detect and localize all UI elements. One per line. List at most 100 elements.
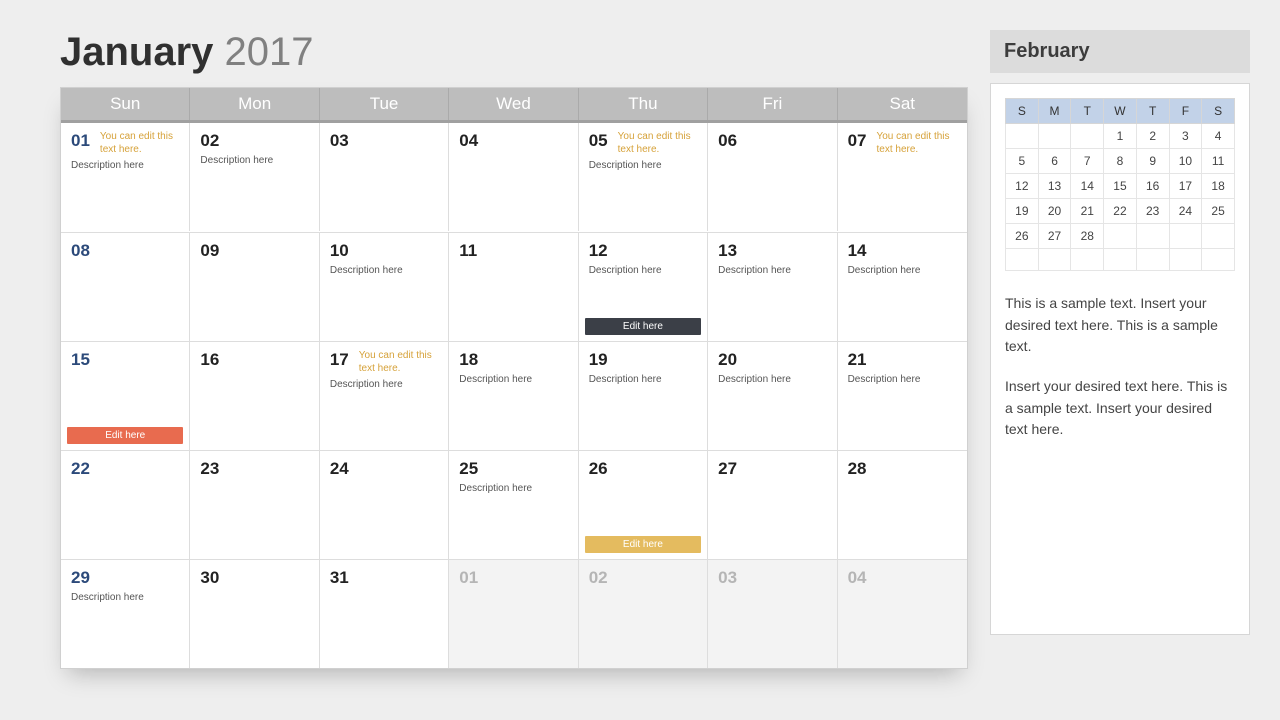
calendar-day[interactable]: 29 Description here [61,560,190,668]
mini-day: 20 [1038,199,1071,224]
calendar-day[interactable]: 13Description here [708,233,837,341]
day-number: 04 [459,131,478,151]
day-number: 26 [589,459,608,479]
calendar-day[interactable]: 05You can edit this text here.Descriptio… [579,123,708,231]
side-text[interactable]: This is a sample text. Insert your desir… [1005,293,1235,441]
day-number: 19 [589,350,608,370]
side-paragraph: Insert your desired text here. This is a… [1005,376,1235,441]
calendar-day[interactable]: 12 Description here Edit here [579,233,708,341]
day-description[interactable]: Description here [589,374,697,385]
calendar-day[interactable]: 22 [61,451,190,559]
calendar-week: 01You can edit this text here.Descriptio… [61,123,967,232]
mini-day: 7 [1071,149,1104,174]
calendar-day[interactable]: 03 [320,123,449,231]
calendar-day[interactable]: 17You can edit this text here.Descriptio… [320,342,449,450]
day-description[interactable]: Description here [459,374,567,385]
calendar-day[interactable]: 15Edit here [61,342,190,450]
calendar-day[interactable]: 09 [190,233,319,341]
calendar-day[interactable]: 03 [708,560,837,668]
mini-day: 11 [1202,149,1235,174]
calendar-day[interactable]: 28 [838,451,967,559]
day-description[interactable]: Description here [589,160,697,171]
calendar-day[interactable]: 08 [61,233,190,341]
day-number: 02 [589,568,608,588]
mini-day [1038,124,1071,149]
day-number: 08 [71,241,90,261]
calendar-day[interactable]: 27 [708,451,837,559]
day-number: 31 [330,568,349,588]
day-description[interactable]: Description here [848,265,957,276]
mini-day [1169,249,1202,271]
calendar-day[interactable]: 25Description here [449,451,578,559]
calendar-day[interactable]: 21Description here [838,342,967,450]
calendar-day[interactable]: 23 [190,451,319,559]
day-hint[interactable]: You can edit this text here. [100,131,180,156]
calendar-day[interactable]: 02 [579,560,708,668]
day-tag[interactable]: Edit here [67,427,183,444]
mini-day: 18 [1202,174,1235,199]
mini-day: 12 [1006,174,1039,199]
mini-dow: T [1071,99,1104,124]
day-description[interactable]: Description here [71,160,179,171]
main-calendar: SunMonTueWedThuFriSat 01You can edit thi… [60,87,968,669]
dow-label: Tue [320,88,449,120]
mini-dow: W [1104,99,1137,124]
calendar-day[interactable]: 16 [190,342,319,450]
day-number: 11 [459,241,477,261]
mini-day: 4 [1202,124,1235,149]
day-number: 18 [459,350,478,370]
day-description[interactable]: Description here [848,374,957,385]
mini-day [1006,249,1039,271]
mini-day [1136,249,1169,271]
calendar-day[interactable]: 20Description here [708,342,837,450]
calendar-day[interactable]: 06 [708,123,837,231]
calendar-day[interactable]: 07You can edit this text here. [838,123,967,231]
calendar-day[interactable]: 01You can edit this text here.Descriptio… [61,123,190,231]
day-tag[interactable]: Edit here [585,536,701,553]
day-number: 16 [200,350,219,370]
calendar-day[interactable]: 01 [449,560,578,668]
day-hint[interactable]: You can edit this text here. [876,131,957,156]
day-description[interactable]: Description here [330,265,438,276]
calendar-day[interactable]: 18 Description here [449,342,578,450]
day-description[interactable]: Description here [330,379,438,390]
side-panel: SMTWTFS123456789101112131415161718192021… [990,83,1250,635]
calendar-day[interactable]: 24 [320,451,449,559]
day-number: 04 [848,568,867,588]
day-description[interactable]: Description here [459,483,567,494]
mini-day [1169,224,1202,249]
mini-day: 28 [1071,224,1104,249]
dow-label: Thu [579,88,708,120]
side-month-title: February [990,30,1250,73]
day-description[interactable]: Description here [718,374,826,385]
mini-day: 14 [1071,174,1104,199]
mini-dow: S [1202,99,1235,124]
calendar-week: 22232425Description here 26 Edit here 2728 [61,450,967,559]
calendar-day[interactable]: 30 [190,560,319,668]
day-number: 03 [330,131,349,151]
day-description[interactable]: Description here [589,265,697,276]
day-description[interactable]: Description here [718,265,826,276]
day-number: 03 [718,568,737,588]
calendar-day[interactable]: 04 [838,560,967,668]
calendar-day[interactable]: 10Description here [320,233,449,341]
day-description[interactable]: Description here [71,592,179,603]
calendar-day[interactable]: 26 Edit here [579,451,708,559]
day-number: 30 [200,568,219,588]
calendar-day[interactable]: 14Description here [838,233,967,341]
day-hint[interactable]: You can edit this text here. [618,131,698,156]
mini-dow: S [1006,99,1039,124]
calendar-day[interactable]: 11 [449,233,578,341]
day-description[interactable]: Description here [200,155,308,166]
calendar-day[interactable]: 31 [320,560,449,668]
calendar-day[interactable]: 19 Description here [579,342,708,450]
calendar-day[interactable]: 04 [449,123,578,231]
day-tag[interactable]: Edit here [585,318,701,335]
day-hint[interactable]: You can edit this text here. [359,350,439,375]
day-number: 29 [71,568,90,588]
mini-day [1136,224,1169,249]
calendar-day[interactable]: 02Description here [190,123,319,231]
side-paragraph: This is a sample text. Insert your desir… [1005,293,1235,358]
calendar-week: 15Edit here 16 17You can edit this text he… [61,341,967,450]
day-number: 12 [589,241,608,261]
